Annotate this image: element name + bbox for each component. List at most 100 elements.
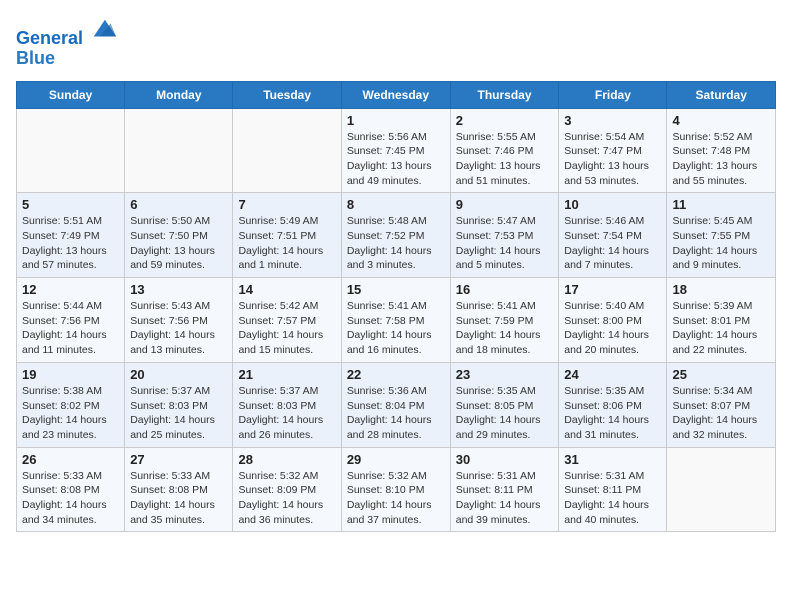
- day-number: 23: [456, 367, 554, 382]
- calendar-cell: 20 Sunrise: 5:37 AMSunset: 8:03 PMDayligh…: [125, 362, 233, 447]
- day-number: 24: [564, 367, 661, 382]
- day-number: 14: [238, 282, 335, 297]
- day-number: 27: [130, 452, 227, 467]
- calendar-cell: 8 Sunrise: 5:48 AMSunset: 7:52 PMDaylight…: [341, 193, 450, 278]
- day-number: 9: [456, 197, 554, 212]
- day-number: 21: [238, 367, 335, 382]
- day-number: 4: [672, 113, 770, 128]
- weekday-header-monday: Monday: [125, 81, 233, 108]
- calendar-cell: 14 Sunrise: 5:42 AMSunset: 7:57 PMDayligh…: [233, 278, 341, 363]
- day-number: 28: [238, 452, 335, 467]
- day-info: Sunrise: 5:50 AMSunset: 7:50 PMDaylight:…: [130, 214, 227, 273]
- day-info: Sunrise: 5:33 AMSunset: 8:08 PMDaylight:…: [130, 469, 227, 528]
- day-number: 25: [672, 367, 770, 382]
- calendar-body: 1Sunrise: 5:56 AMSunset: 7:45 PMDaylight…: [17, 108, 776, 532]
- calendar-cell: 17 Sunrise: 5:40 AMSunset: 8:00 PMDayligh…: [559, 278, 667, 363]
- weekday-header-saturday: Saturday: [667, 81, 776, 108]
- calendar-cell: 2 Sunrise: 5:55 AMSunset: 7:46 PMDaylight…: [450, 108, 559, 193]
- calendar-table: SundayMondayTuesdayWednesdayThursdayFrid…: [16, 81, 776, 533]
- day-info: Sunrise: 5:35 AMSunset: 8:06 PMDaylight:…: [564, 384, 661, 443]
- day-number: 26: [22, 452, 119, 467]
- calendar-cell: 25 Sunrise: 5:34 AMSunset: 8:07 PMDayligh…: [667, 362, 776, 447]
- calendar-cell: 27 Sunrise: 5:33 AMSunset: 8:08 PMDayligh…: [125, 447, 233, 532]
- calendar-cell: 30 Sunrise: 5:31 AMSunset: 8:11 PMDayligh…: [450, 447, 559, 532]
- day-number: 17: [564, 282, 661, 297]
- day-info: Sunrise: 5:36 AMSunset: 8:04 PMDaylight:…: [347, 384, 445, 443]
- day-info: Sunrise: 5:37 AMSunset: 8:03 PMDaylight:…: [238, 384, 335, 443]
- calendar-cell: 7 Sunrise: 5:49 AMSunset: 7:51 PMDaylight…: [233, 193, 341, 278]
- calendar-cell: [17, 108, 125, 193]
- day-info: Sunrise: 5:34 AMSunset: 8:07 PMDaylight:…: [672, 384, 770, 443]
- page-header: General Blue: [16, 16, 776, 69]
- calendar-cell: 6 Sunrise: 5:50 AMSunset: 7:50 PMDaylight…: [125, 193, 233, 278]
- logo-blue: Blue: [16, 49, 118, 69]
- day-info: Sunrise: 5:37 AMSunset: 8:03 PMDaylight:…: [130, 384, 227, 443]
- day-info: Sunrise: 5:31 AMSunset: 8:11 PMDaylight:…: [456, 469, 554, 528]
- calendar-cell: 28 Sunrise: 5:32 AMSunset: 8:09 PMDayligh…: [233, 447, 341, 532]
- weekday-header-wednesday: Wednesday: [341, 81, 450, 108]
- day-number: 29: [347, 452, 445, 467]
- weekday-header-row: SundayMondayTuesdayWednesdayThursdayFrid…: [17, 81, 776, 108]
- calendar-cell: 16Sunrise: 5:41 AMSunset: 7:59 PMDayligh…: [450, 278, 559, 363]
- day-info: Sunrise: 5:47 AMSunset: 7:53 PMDaylight:…: [456, 214, 554, 273]
- day-number: 8: [347, 197, 445, 212]
- calendar-cell: 15Sunrise: 5:41 AMSunset: 7:58 PMDayligh…: [341, 278, 450, 363]
- day-number: 16: [456, 282, 554, 297]
- calendar-cell: 4 Sunrise: 5:52 AMSunset: 7:48 PMDaylight…: [667, 108, 776, 193]
- weekday-header-sunday: Sunday: [17, 81, 125, 108]
- day-info: Sunrise: 5:45 AMSunset: 7:55 PMDaylight:…: [672, 214, 770, 273]
- day-number: 7: [238, 197, 335, 212]
- day-number: 6: [130, 197, 227, 212]
- day-info: Sunrise: 5:40 AMSunset: 8:00 PMDaylight:…: [564, 299, 661, 358]
- day-info: Sunrise: 5:32 AMSunset: 8:09 PMDaylight:…: [238, 469, 335, 528]
- calendar-cell: 24 Sunrise: 5:35 AMSunset: 8:06 PMDayligh…: [559, 362, 667, 447]
- day-info: Sunrise: 5:51 AMSunset: 7:49 PMDaylight:…: [22, 214, 119, 273]
- day-number: 13: [130, 282, 227, 297]
- calendar-cell: 19Sunrise: 5:38 AMSunset: 8:02 PMDayligh…: [17, 362, 125, 447]
- day-info: Sunrise: 5:33 AMSunset: 8:08 PMDaylight:…: [22, 469, 119, 528]
- day-info: Sunrise: 5:31 AMSunset: 8:11 PMDaylight:…: [564, 469, 661, 528]
- calendar-week-row: 1Sunrise: 5:56 AMSunset: 7:45 PMDaylight…: [17, 108, 776, 193]
- day-info: Sunrise: 5:49 AMSunset: 7:51 PMDaylight:…: [238, 214, 335, 273]
- calendar-cell: 31 Sunrise: 5:31 AMSunset: 8:11 PMDayligh…: [559, 447, 667, 532]
- calendar-cell: 10Sunrise: 5:46 AMSunset: 7:54 PMDayligh…: [559, 193, 667, 278]
- weekday-header-thursday: Thursday: [450, 81, 559, 108]
- logo-general: General: [16, 28, 83, 48]
- day-info: Sunrise: 5:52 AMSunset: 7:48 PMDaylight:…: [672, 130, 770, 189]
- calendar-cell: 26 Sunrise: 5:33 AMSunset: 8:08 PMDayligh…: [17, 447, 125, 532]
- day-info: Sunrise: 5:43 AMSunset: 7:56 PMDaylight:…: [130, 299, 227, 358]
- calendar-cell: 23 Sunrise: 5:35 AMSunset: 8:05 PMDayligh…: [450, 362, 559, 447]
- calendar-cell: 29Sunrise: 5:32 AMSunset: 8:10 PMDayligh…: [341, 447, 450, 532]
- calendar-cell: 21 Sunrise: 5:37 AMSunset: 8:03 PMDayligh…: [233, 362, 341, 447]
- calendar-week-row: 19Sunrise: 5:38 AMSunset: 8:02 PMDayligh…: [17, 362, 776, 447]
- day-info: Sunrise: 5:56 AMSunset: 7:45 PMDaylight:…: [347, 130, 445, 189]
- day-info: Sunrise: 5:42 AMSunset: 7:57 PMDaylight:…: [238, 299, 335, 358]
- day-number: 15: [347, 282, 445, 297]
- calendar-cell: 22 Sunrise: 5:36 AMSunset: 8:04 PMDayligh…: [341, 362, 450, 447]
- day-number: 11: [672, 197, 770, 212]
- calendar-cell: 5 Sunrise: 5:51 AMSunset: 7:49 PMDaylight…: [17, 193, 125, 278]
- calendar-cell: 11 Sunrise: 5:45 AMSunset: 7:55 PMDayligh…: [667, 193, 776, 278]
- calendar-cell: [667, 447, 776, 532]
- day-info: Sunrise: 5:55 AMSunset: 7:46 PMDaylight:…: [456, 130, 554, 189]
- day-number: 12: [22, 282, 119, 297]
- calendar-cell: [125, 108, 233, 193]
- day-number: 5: [22, 197, 119, 212]
- day-number: 2: [456, 113, 554, 128]
- day-number: 18: [672, 282, 770, 297]
- logo: General Blue: [16, 16, 118, 69]
- day-info: Sunrise: 5:48 AMSunset: 7:52 PMDaylight:…: [347, 214, 445, 273]
- calendar-cell: [233, 108, 341, 193]
- day-info: Sunrise: 5:35 AMSunset: 8:05 PMDaylight:…: [456, 384, 554, 443]
- day-info: Sunrise: 5:38 AMSunset: 8:02 PMDaylight:…: [22, 384, 119, 443]
- calendar-cell: 13 Sunrise: 5:43 AMSunset: 7:56 PMDayligh…: [125, 278, 233, 363]
- day-info: Sunrise: 5:39 AMSunset: 8:01 PMDaylight:…: [672, 299, 770, 358]
- day-number: 3: [564, 113, 661, 128]
- day-number: 20: [130, 367, 227, 382]
- day-number: 22: [347, 367, 445, 382]
- calendar-week-row: 12Sunrise: 5:44 AMSunset: 7:56 PMDayligh…: [17, 278, 776, 363]
- day-number: 31: [564, 452, 661, 467]
- calendar-week-row: 26 Sunrise: 5:33 AMSunset: 8:08 PMDayligh…: [17, 447, 776, 532]
- day-number: 10: [564, 197, 661, 212]
- day-number: 30: [456, 452, 554, 467]
